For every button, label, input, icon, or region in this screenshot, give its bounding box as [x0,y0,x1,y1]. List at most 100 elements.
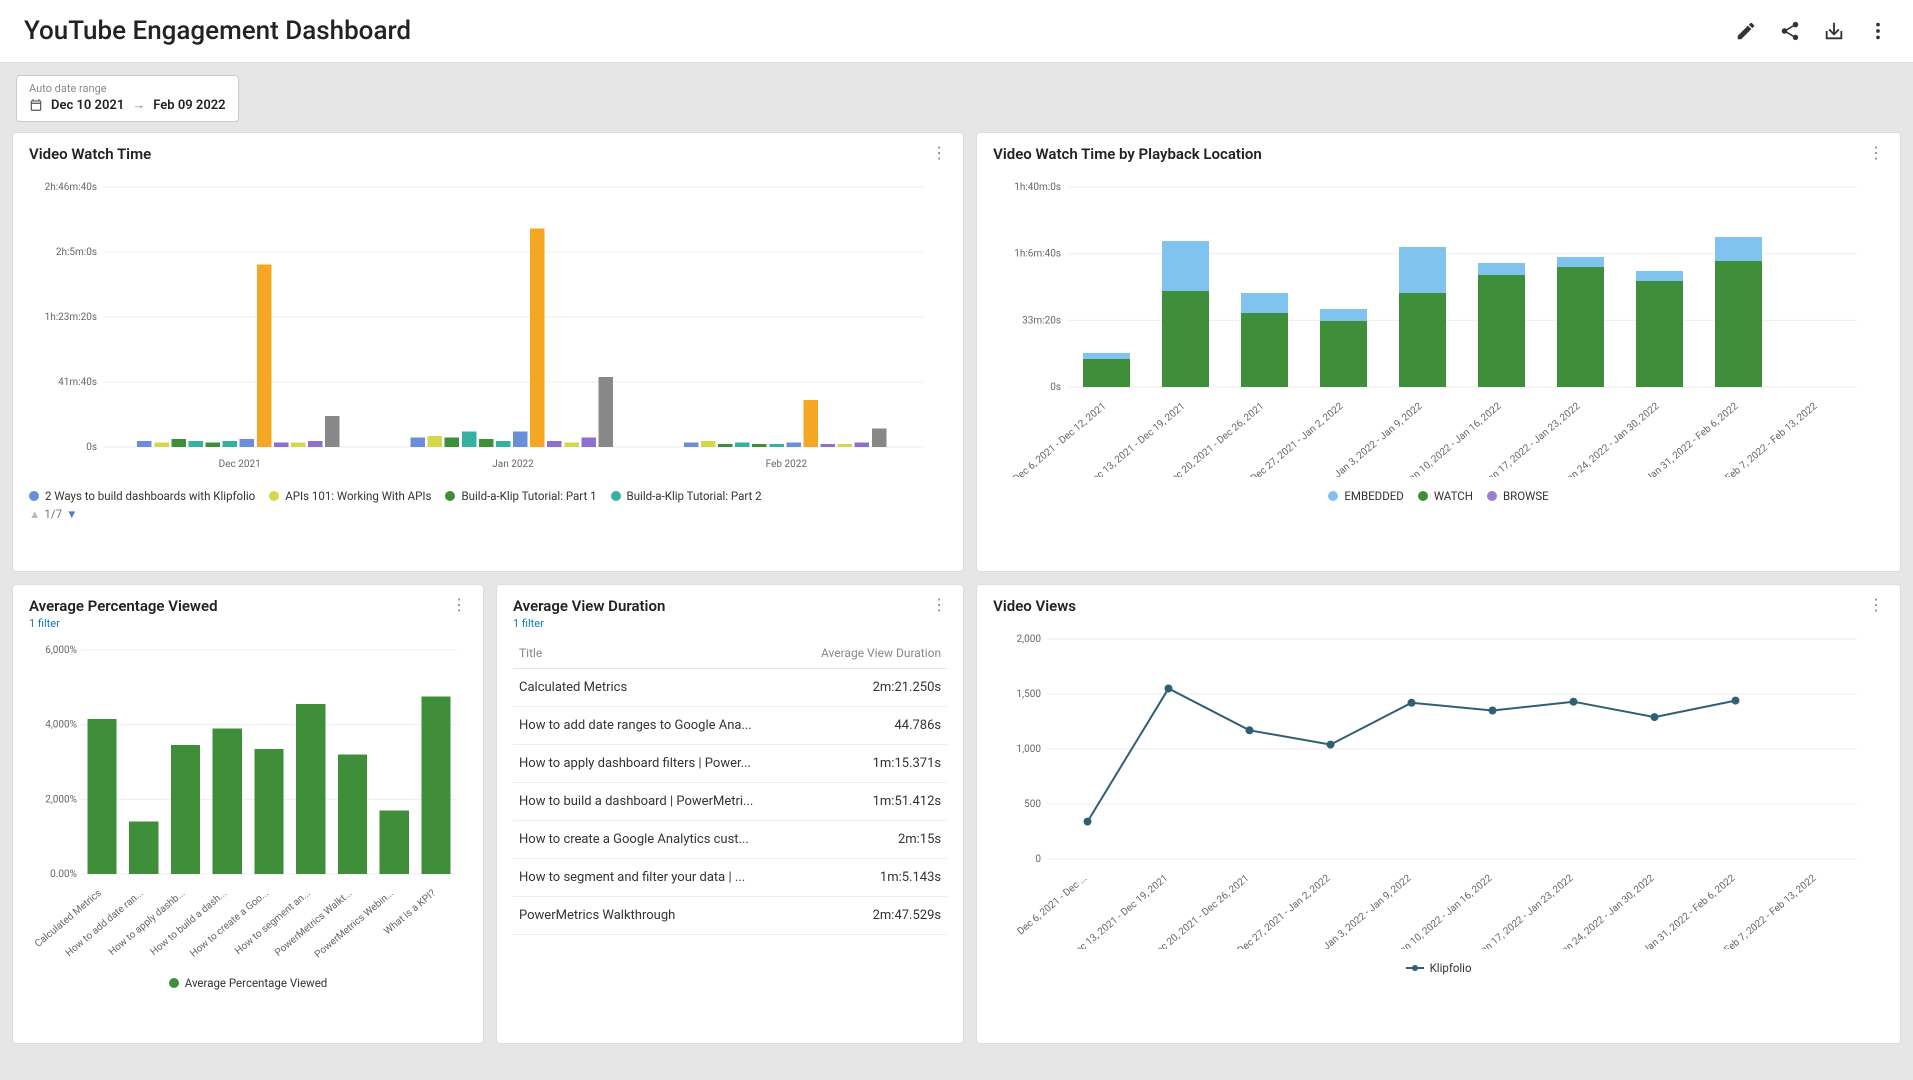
share-icon[interactable] [1779,20,1801,42]
legend-item[interactable]: Klipfolio [1406,961,1472,975]
legend-dot-icon [1487,491,1497,501]
svg-text:Dec 2021: Dec 2021 [219,459,261,470]
card-title: Video Watch Time [29,145,151,163]
legend-label: EMBEDDED [1344,489,1403,503]
table-cell: How to build a dashboard | PowerMetri... [513,783,796,821]
card-menu-icon[interactable]: ⋮ [1868,597,1884,613]
legend-dot-icon [269,491,279,501]
legend-item[interactable]: 2 Ways to build dashboards with Klipfoli… [29,489,255,503]
svg-text:PowerMetrics Webin...: PowerMetrics Webin... [313,888,396,960]
table-cell: Calculated Metrics [513,669,796,707]
table-row[interactable]: How to segment and filter your data | ..… [513,859,947,897]
legend-pager[interactable]: ▲ 1/7 ▼ [29,507,947,521]
legend-label: Build-a-Klip Tutorial: Part 2 [627,489,762,503]
table-cell: PowerMetrics Walkthrough [513,897,796,935]
legend-item[interactable]: APIs 101: Working With APIs [269,489,431,503]
svg-text:Jan 3, 2022 - Jan 9, 2022: Jan 3, 2022 - Jan 9, 2022 [1322,873,1414,949]
card-menu-icon[interactable]: ⋮ [931,597,947,613]
legend-watch-time: 2 Ways to build dashboards with Klipfoli… [29,489,947,503]
svg-text:Jan 31, 2022 - Feb 6, 2022: Jan 31, 2022 - Feb 6, 2022 [1641,873,1737,949]
export-icon[interactable] [1823,20,1845,42]
page-header: YouTube Engagement Dashboard [0,0,1913,63]
legend-label: Klipfolio [1430,961,1472,975]
card-views: Video Views ⋮ 05001,0001,5002,000Dec 6, … [976,584,1901,1044]
edit-icon[interactable] [1735,20,1757,42]
table-cell: 2m:21.250s [796,669,948,707]
date-start: Dec 10 2021 [51,98,124,113]
card-subtitle: 1 filter [513,617,665,630]
legend-label: BROWSE [1503,489,1549,503]
table-cell: 1m:51.412s [796,783,948,821]
pager-next-icon[interactable]: ▼ [66,507,77,521]
table-row[interactable]: PowerMetrics Walkthrough2m:47.529s [513,897,947,935]
svg-text:Feb 2022: Feb 2022 [766,459,808,470]
legend-label: Build-a-Klip Tutorial: Part 1 [461,489,596,503]
table-row[interactable]: How to add date ranges to Google Ana...4… [513,707,947,745]
legend-avg-pct: Average Percentage Viewed [29,976,467,990]
table-cell: 44.786s [796,707,948,745]
page-title: YouTube Engagement Dashboard [24,16,411,46]
date-range-picker[interactable]: Auto date range Dec 10 2021 → Feb 09 202… [16,75,239,122]
card-title: Average Percentage Viewed [29,597,218,615]
header-actions [1735,20,1889,42]
table-header[interactable]: Average View Duration [796,638,948,669]
card-menu-icon[interactable]: ⋮ [451,597,467,613]
calendar-icon [29,98,43,112]
svg-text:1h:6m:40s: 1h:6m:40s [1014,249,1061,260]
table-row[interactable]: How to create a Google Analytics cust...… [513,821,947,859]
svg-text:2h:5m:0s: 2h:5m:0s [56,247,97,258]
svg-text:500: 500 [1024,799,1041,810]
table-cell: How to segment and filter your data | ..… [513,859,796,897]
pager-prev-icon[interactable]: ▲ [29,507,40,521]
svg-text:Jan 3, 2022 - Jan 9, 2022: Jan 3, 2022 - Jan 9, 2022 [1333,401,1425,477]
chart-avg-pct: 0.00%2,000%4,000%6,000%Calculated Metric… [29,638,467,968]
svg-text:How to add date ran...: How to add date ran... [64,888,146,959]
svg-text:Dec 27, 2021 - Jan 2, 2022: Dec 27, 2021 - Jan 2, 2022 [1249,401,1346,477]
svg-text:Calculated Metrics: Calculated Metrics [33,888,104,950]
svg-text:Feb 7, 2022 - Feb 13, 2022: Feb 7, 2022 - Feb 13, 2022 [1724,401,1820,477]
table-row[interactable]: How to build a dashboard | PowerMetri...… [513,783,947,821]
legend-label: WATCH [1434,489,1473,503]
table-header[interactable]: Title [513,638,796,669]
legend-item[interactable]: Build-a-Klip Tutorial: Part 1 [445,489,596,503]
date-end: Feb 09 2022 [153,98,225,113]
legend-dot-icon [1418,491,1428,501]
card-menu-icon[interactable]: ⋮ [1868,145,1884,161]
more-icon[interactable] [1867,20,1889,42]
svg-text:2h:46m:40s: 2h:46m:40s [45,182,97,193]
svg-text:0.00%: 0.00% [50,869,77,880]
svg-text:1,500: 1,500 [1017,689,1042,700]
legend-dot-icon [169,978,179,988]
svg-text:Dec 27, 2021 - Jan 2, 2022: Dec 27, 2021 - Jan 2, 2022 [1236,873,1333,949]
legend-item[interactable]: WATCH [1418,489,1473,503]
legend-item[interactable]: EMBEDDED [1328,489,1403,503]
svg-text:1,000: 1,000 [1017,744,1042,755]
arrow-right-icon: → [132,97,145,113]
svg-text:How to create a Goo...: How to create a Goo... [188,888,271,960]
table-cell: 1m:5.143s [796,859,948,897]
card-menu-icon[interactable]: ⋮ [931,145,947,161]
chart-watch-time: 0s41m:40s1h:23m:20s2h:5m:0s2h:46m:40sDec… [29,171,947,481]
legend-dot-icon [1328,491,1338,501]
legend-item[interactable]: Build-a-Klip Tutorial: Part 2 [611,489,762,503]
svg-text:4,000%: 4,000% [45,720,77,731]
card-title: Average View Duration [513,597,665,615]
table-cell: How to apply dashboard filters | Power..… [513,745,796,783]
svg-text:Dec 6, 2021 - Dec 12, 2021: Dec 6, 2021 - Dec 12, 2021 [1011,401,1108,477]
svg-text:1h:40m:0s: 1h:40m:0s [1014,182,1061,193]
card-title: Video Watch Time by Playback Location [993,145,1262,163]
legend-dot-icon [445,491,455,501]
legend-item[interactable]: Average Percentage Viewed [169,976,328,990]
legend-dot-icon [29,491,39,501]
table-row[interactable]: Calculated Metrics2m:21.250s [513,669,947,707]
svg-text:1h:23m:20s: 1h:23m:20s [45,312,97,323]
legend-item[interactable]: BROWSE [1487,489,1549,503]
svg-text:Feb 7, 2022 - Feb 13, 2022: Feb 7, 2022 - Feb 13, 2022 [1723,873,1819,949]
card-avg-pct: Average Percentage Viewed 1 filter ⋮ 0.0… [12,584,484,1044]
table-avg-dur: TitleAverage View DurationCalculated Met… [513,638,947,935]
table-cell: 2m:15s [796,821,948,859]
svg-text:Jan 31, 2022 - Feb 6, 2022: Jan 31, 2022 - Feb 6, 2022 [1644,401,1740,477]
table-cell: How to add date ranges to Google Ana... [513,707,796,745]
legend-dot-icon [611,491,621,501]
table-row[interactable]: How to apply dashboard filters | Power..… [513,745,947,783]
